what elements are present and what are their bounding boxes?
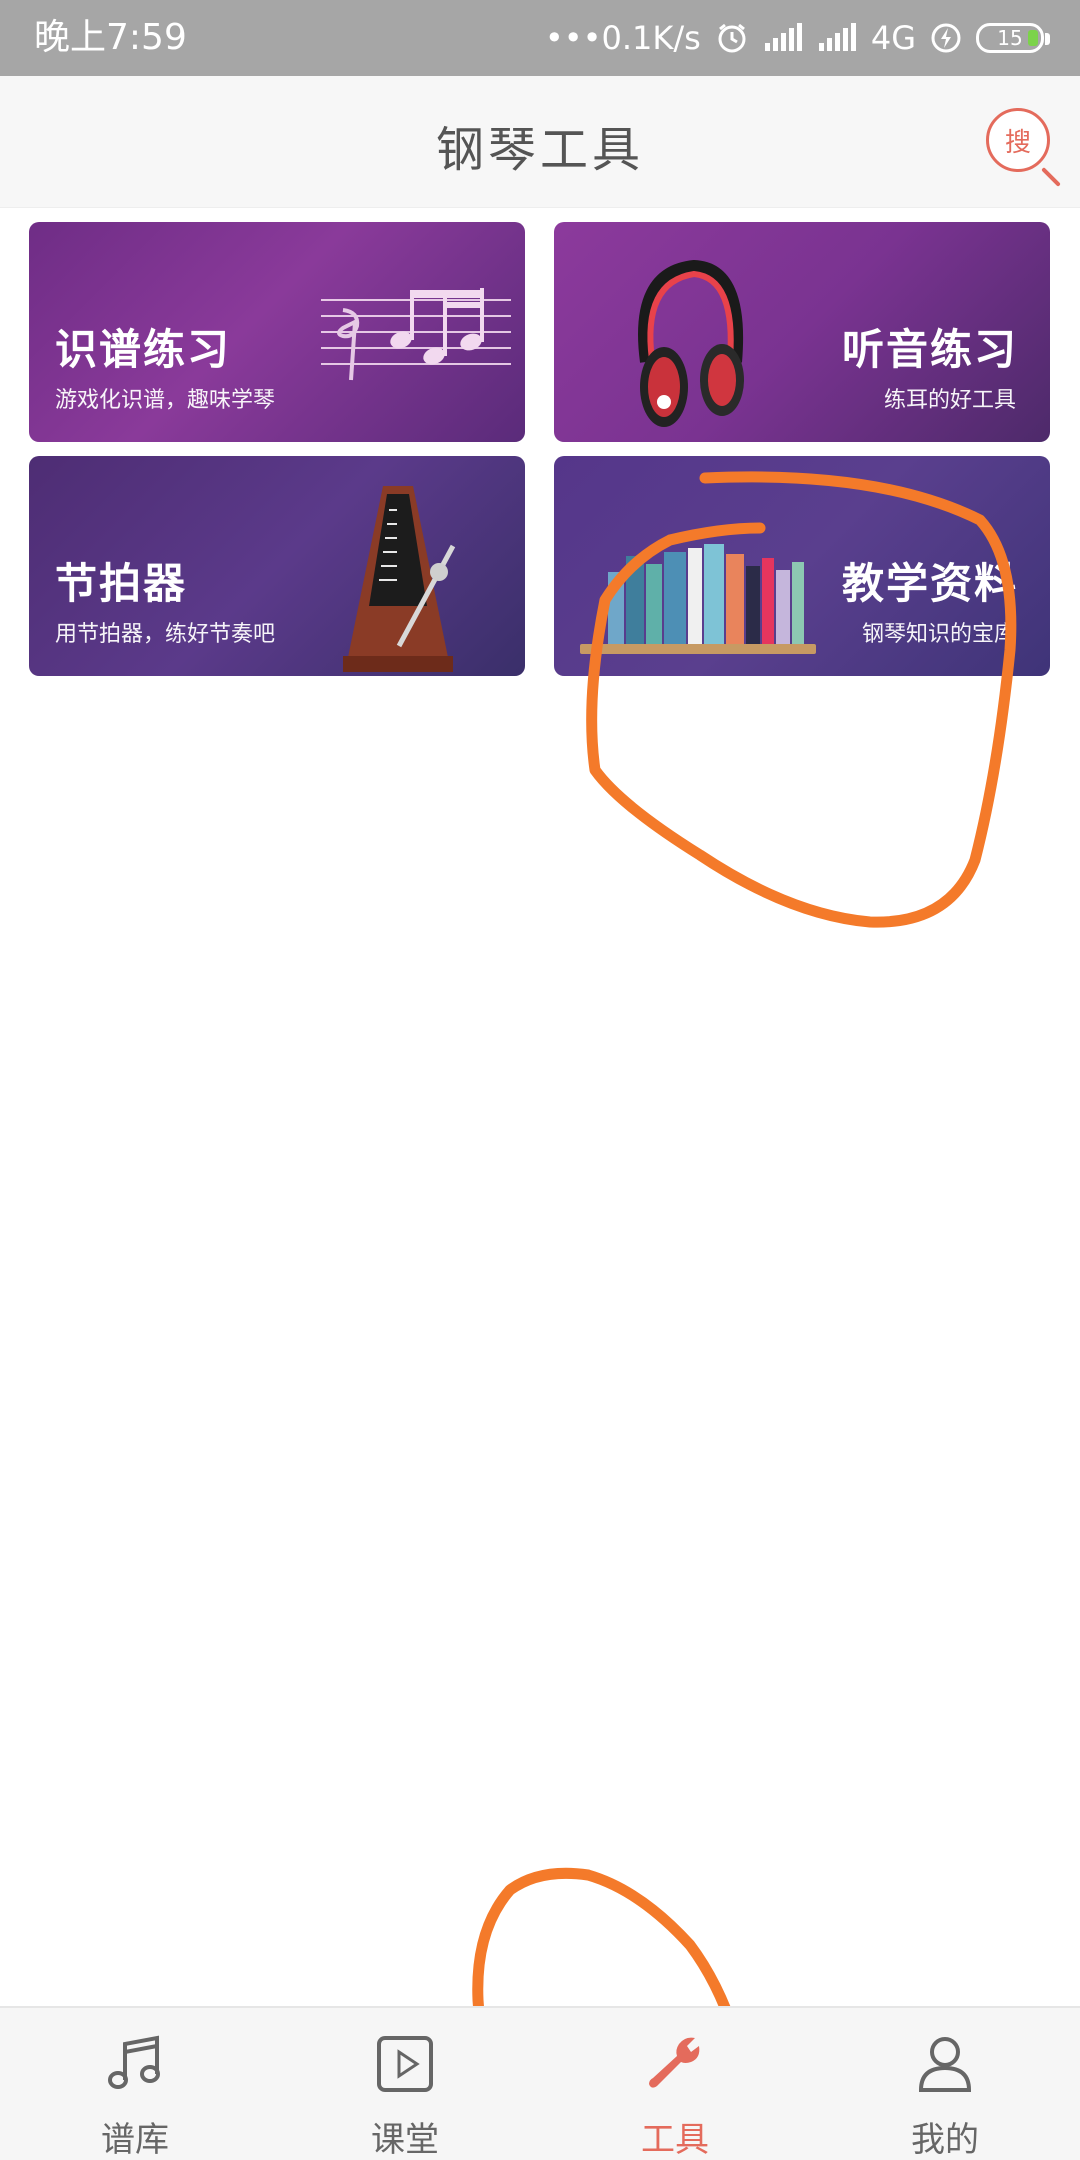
card-title: 听音练习 <box>841 325 1018 374</box>
card-title: 教学资料 <box>841 559 1018 608</box>
nav-item-mine[interactable]: 我的 <box>810 2008 1080 2160</box>
network-speed: •••0.1K/s <box>544 19 701 57</box>
nav-label: 谱库 <box>101 2120 169 2160</box>
page-title: 钢琴工具 <box>435 122 644 178</box>
card-title: 识谱练习 <box>55 325 232 374</box>
metronome-icon <box>343 486 456 672</box>
user-icon <box>913 2032 977 2096</box>
wrench-icon <box>643 2032 707 2096</box>
music-notes-icon <box>321 288 511 381</box>
battery-fill <box>1028 30 1038 46</box>
card-ear-training[interactable]: 听音练习 练耳的好工具 <box>554 222 1050 442</box>
play-icon <box>373 2032 437 2096</box>
status-time: 晚上7:59 <box>34 17 187 58</box>
search-button[interactable]: 搜 <box>986 108 1061 187</box>
status-icons: •••0.1K/s 4G 15 <box>544 14 1050 62</box>
nav-item-tools[interactable]: 工具 <box>540 2008 810 2160</box>
card-subtitle: 用节拍器，练好节奏吧 <box>55 622 276 647</box>
battery-level: 15 <box>997 26 1023 50</box>
music-note-icon <box>103 2032 167 2096</box>
bottom-nav: 谱库 课堂 工具 我的 <box>0 2006 1080 2160</box>
headphones-icon <box>638 259 744 427</box>
nav-label: 课堂 <box>371 2120 439 2160</box>
nav-label: 工具 <box>641 2120 709 2160</box>
status-bar: 晚上7:59 •••0.1K/s 4G 15 <box>0 0 1080 76</box>
card-sight-reading[interactable]: 识谱练习 游戏化识谱，趣味学琴 <box>29 222 525 442</box>
card-subtitle: 练耳的好工具 <box>883 388 1016 413</box>
card-subtitle: 钢琴知识的宝库 <box>861 622 1016 647</box>
charging-icon <box>930 22 962 54</box>
bookshelf-icon <box>580 544 816 654</box>
nav-item-classroom[interactable]: 课堂 <box>270 2008 540 2160</box>
app-header: 钢琴工具 搜 <box>0 76 1080 208</box>
card-subtitle: 游戏化识谱，趣味学琴 <box>55 388 276 413</box>
search-label: 搜 <box>1004 127 1031 158</box>
card-metronome[interactable]: 节拍器 用节拍器，练好节奏吧 <box>29 456 525 676</box>
card-teaching-materials[interactable]: 教学资料 钢琴知识的宝库 <box>554 456 1050 676</box>
signal-icon-2 <box>817 23 857 53</box>
alarm-icon <box>715 21 749 55</box>
signal-icon-1 <box>763 23 803 53</box>
nav-label: 我的 <box>911 2120 979 2160</box>
network-type: 4G <box>870 19 916 57</box>
battery-indicator: 15 <box>976 23 1050 53</box>
nav-item-library[interactable]: 谱库 <box>0 2008 270 2160</box>
card-title: 节拍器 <box>55 559 188 608</box>
